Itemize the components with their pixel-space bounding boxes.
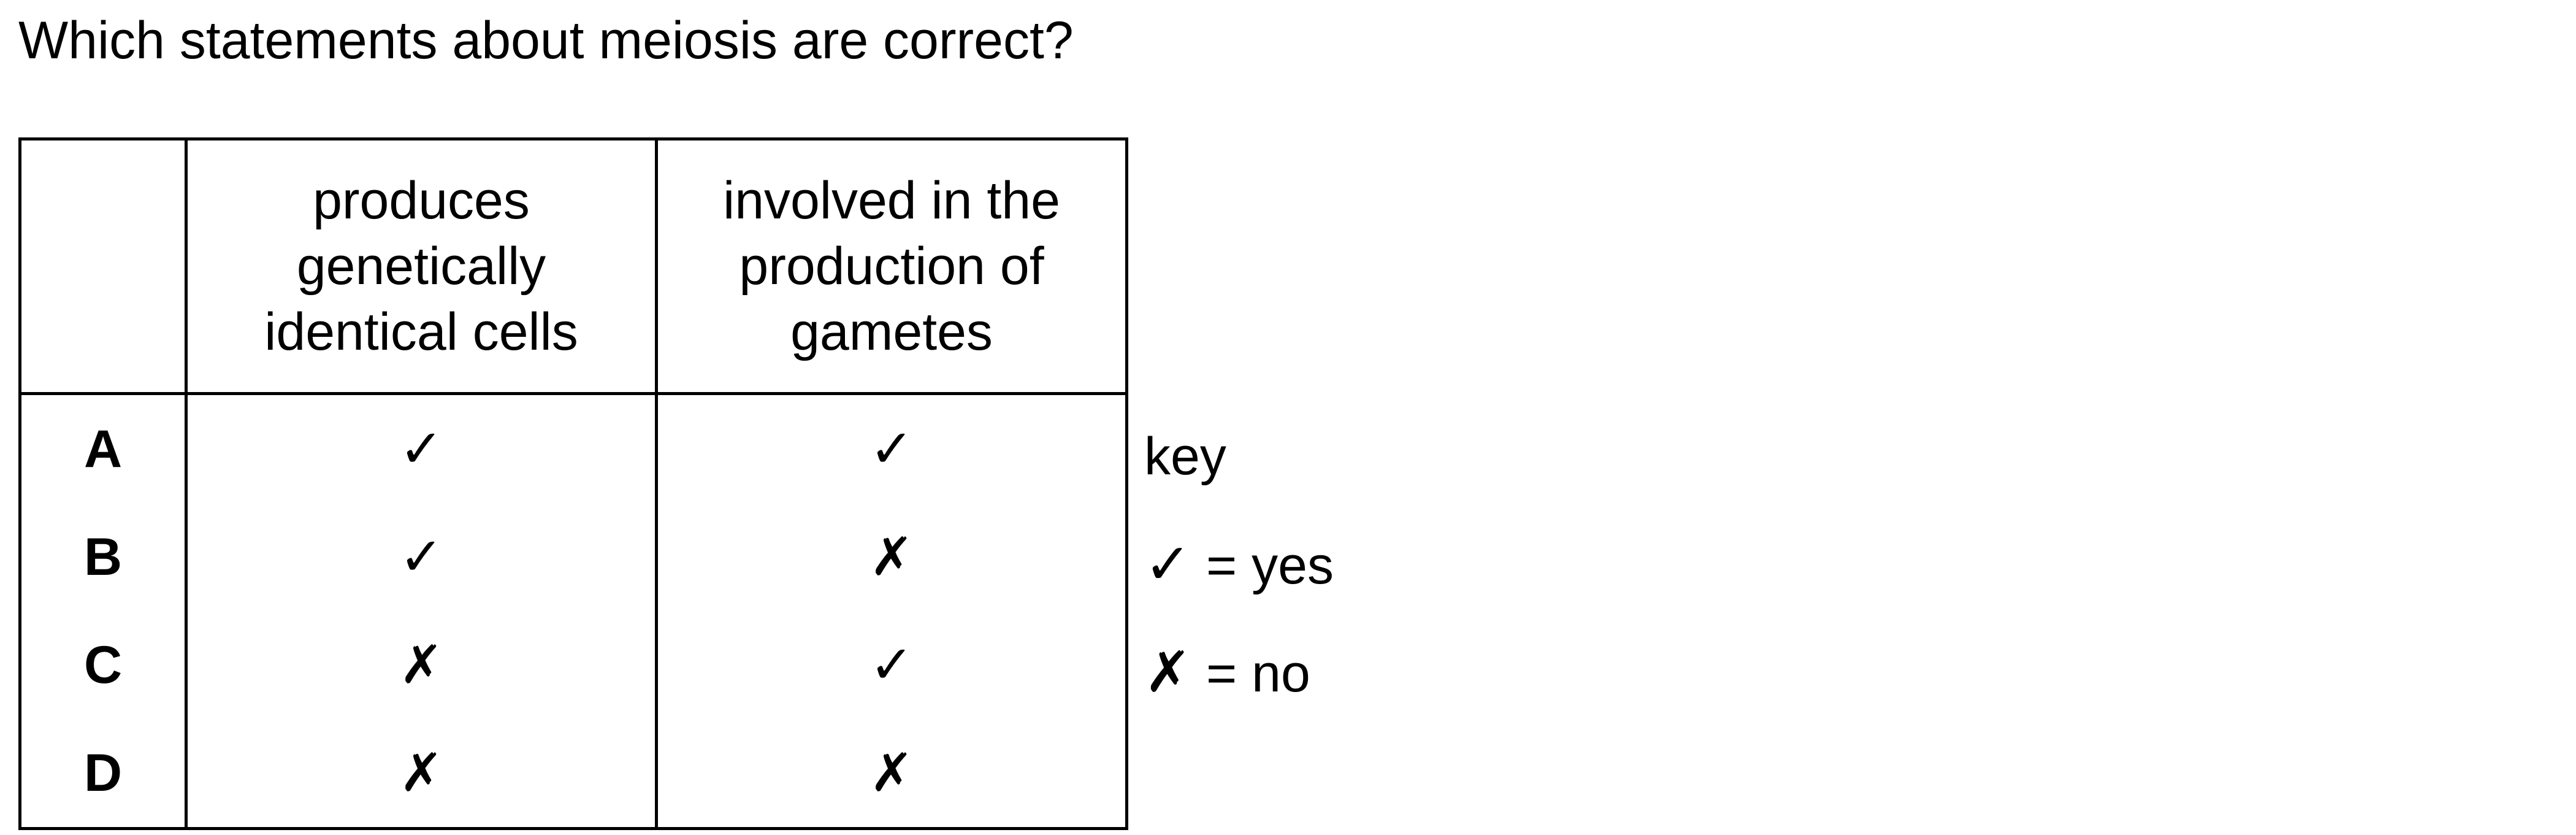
table-row: B ✓ ✗ xyxy=(18,503,1128,611)
header-line: produces xyxy=(313,171,530,230)
cross-icon: ✗ xyxy=(1144,639,1192,705)
header-line: production of xyxy=(739,236,1044,296)
row-label: D xyxy=(18,719,188,830)
check-icon: ✓ xyxy=(656,611,1128,719)
row-label: A xyxy=(18,393,188,503)
check-icon: ✓ xyxy=(186,393,658,503)
row-label: B xyxy=(18,503,188,611)
cross-icon: ✗ xyxy=(656,719,1128,830)
question-text: Which statements about meiosis are corre… xyxy=(18,11,1074,70)
key-title: key xyxy=(1144,427,1226,486)
table-row: C ✗ ✓ xyxy=(18,611,1128,719)
header-line: genetically xyxy=(296,236,546,296)
header-line: involved in the xyxy=(723,171,1060,230)
header-empty-cell xyxy=(18,137,188,395)
key-yes-label: = yes xyxy=(1206,536,1334,595)
row-label: C xyxy=(18,611,188,719)
cross-icon: ✗ xyxy=(186,611,658,719)
answer-table: produces genetically identical cells inv… xyxy=(18,137,1128,830)
header-gamete-production: involved in the production of gametes xyxy=(655,137,1128,395)
key-yes: ✓ = yes xyxy=(1144,534,1334,596)
key-no: ✗ = no xyxy=(1144,642,1310,704)
header-genetically-identical: produces genetically identical cells xyxy=(185,137,658,395)
cross-icon: ✗ xyxy=(656,503,1128,611)
check-icon: ✓ xyxy=(656,393,1128,503)
check-icon: ✓ xyxy=(1144,531,1192,597)
check-icon: ✓ xyxy=(186,503,658,611)
table-row: D ✗ ✗ xyxy=(18,719,1128,830)
cross-icon: ✗ xyxy=(186,719,658,830)
table-row: A ✓ ✓ xyxy=(18,393,1128,503)
header-line: gametes xyxy=(790,302,993,361)
header-line: identical cells xyxy=(264,302,578,361)
key-no-label: = no xyxy=(1206,644,1310,703)
table-header-row: produces genetically identical cells inv… xyxy=(18,137,1128,395)
